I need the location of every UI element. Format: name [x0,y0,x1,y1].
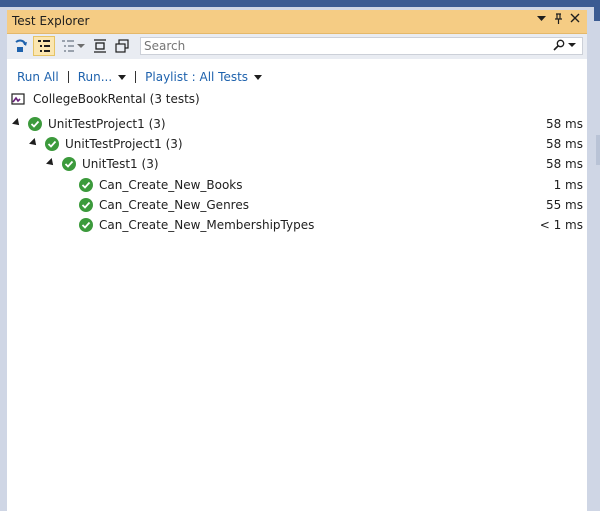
tree-item-label: Can_Create_New_MembershipTypes [99,218,315,232]
side-tab-marker [596,135,600,165]
expand-all-button[interactable] [91,36,109,56]
group-by-button[interactable] [33,36,55,56]
pin-icon[interactable] [554,13,563,28]
playlist-dropdown[interactable]: Playlist : All Tests [145,70,263,84]
expander-icon[interactable] [46,158,56,168]
run-all-link[interactable]: Run All [17,70,59,84]
tree-item-namespace[interactable]: UnitTestProject1 (3) 58 ms [7,134,587,154]
tree-item-duration: 55 ms [545,198,583,212]
chevron-down-icon [118,75,127,80]
tree-item-label: UnitTest1 (3) [82,157,159,171]
passed-icon [45,137,59,151]
run-dropdown[interactable]: Run... [77,70,127,84]
tree-item-test[interactable]: Can_Create_New_Books 1 ms [7,175,587,195]
chevron-down-icon [568,43,576,47]
tree-item-project[interactable]: UnitTestProject1 (3) 58 ms [7,114,587,134]
tree-item-duration: < 1 ms [539,218,583,232]
tree-item-duration: 58 ms [545,157,583,171]
command-bar: Run All Run... Playlist : All Tests [17,69,263,85]
run-label: Run... [77,70,113,84]
tree-view-icon [38,40,50,52]
tree-item-label: Can_Create_New_Books [99,178,243,192]
search-input[interactable] [144,39,544,53]
test-explorer-window: Test Explorer Search Run All Run... Play… [7,10,587,511]
search-options-button[interactable] [553,39,576,51]
ide-frame-top [0,0,600,7]
search-icon [553,39,565,51]
hierarchy-icon [62,40,74,52]
solution-row: CollegeBookRental (3 tests) [7,89,587,109]
tree-item-label: UnitTestProject1 (3) [65,137,183,151]
passed-icon [28,117,42,131]
tree-item-test[interactable]: Can_Create_New_Genres 55 ms [7,195,587,215]
test-list-panel: Run All Run... Playlist : All Tests Coll… [7,59,587,511]
chevron-down-icon [254,75,263,80]
tree-item-test[interactable]: Can_Create_New_MembershipTypes < 1 ms [7,215,587,235]
group-by-dropdown-button[interactable] [59,36,87,56]
ide-side-strip [588,7,600,511]
passed-icon [79,178,93,192]
toolbar [7,34,587,59]
run-tests-after-build-button[interactable] [11,36,31,56]
solution-icon [11,92,25,106]
collapse-all-button[interactable] [113,36,131,56]
tree-item-class[interactable]: UnitTest1 (3) 58 ms [7,154,587,174]
command-separator [135,71,137,83]
window-title: Test Explorer [12,14,90,28]
tree-item-duration: 58 ms [545,117,583,131]
window-menu-chevron-icon[interactable] [537,13,546,26]
side-accent [594,7,600,21]
command-separator [67,71,69,83]
passed-icon [79,218,93,232]
tree-item-duration: 1 ms [553,178,583,192]
tree-item-duration: 58 ms [545,137,583,151]
title-bar: Test Explorer [7,10,587,34]
run-after-build-icon [15,39,27,52]
expander-icon[interactable] [29,138,39,148]
copy-window-icon [115,39,129,53]
expander-icon[interactable] [12,118,22,128]
solution-label: CollegeBookRental (3 tests) [33,92,200,106]
chevron-down-icon [77,44,85,48]
tree-item-label: Can_Create_New_Genres [99,198,249,212]
passed-icon [79,198,93,212]
tree-item-label: UnitTestProject1 (3) [48,117,166,131]
close-icon[interactable] [570,13,580,26]
expand-icon [94,39,106,53]
passed-icon [62,157,76,171]
search-box [140,37,583,55]
playlist-label: Playlist : All Tests [145,70,249,84]
